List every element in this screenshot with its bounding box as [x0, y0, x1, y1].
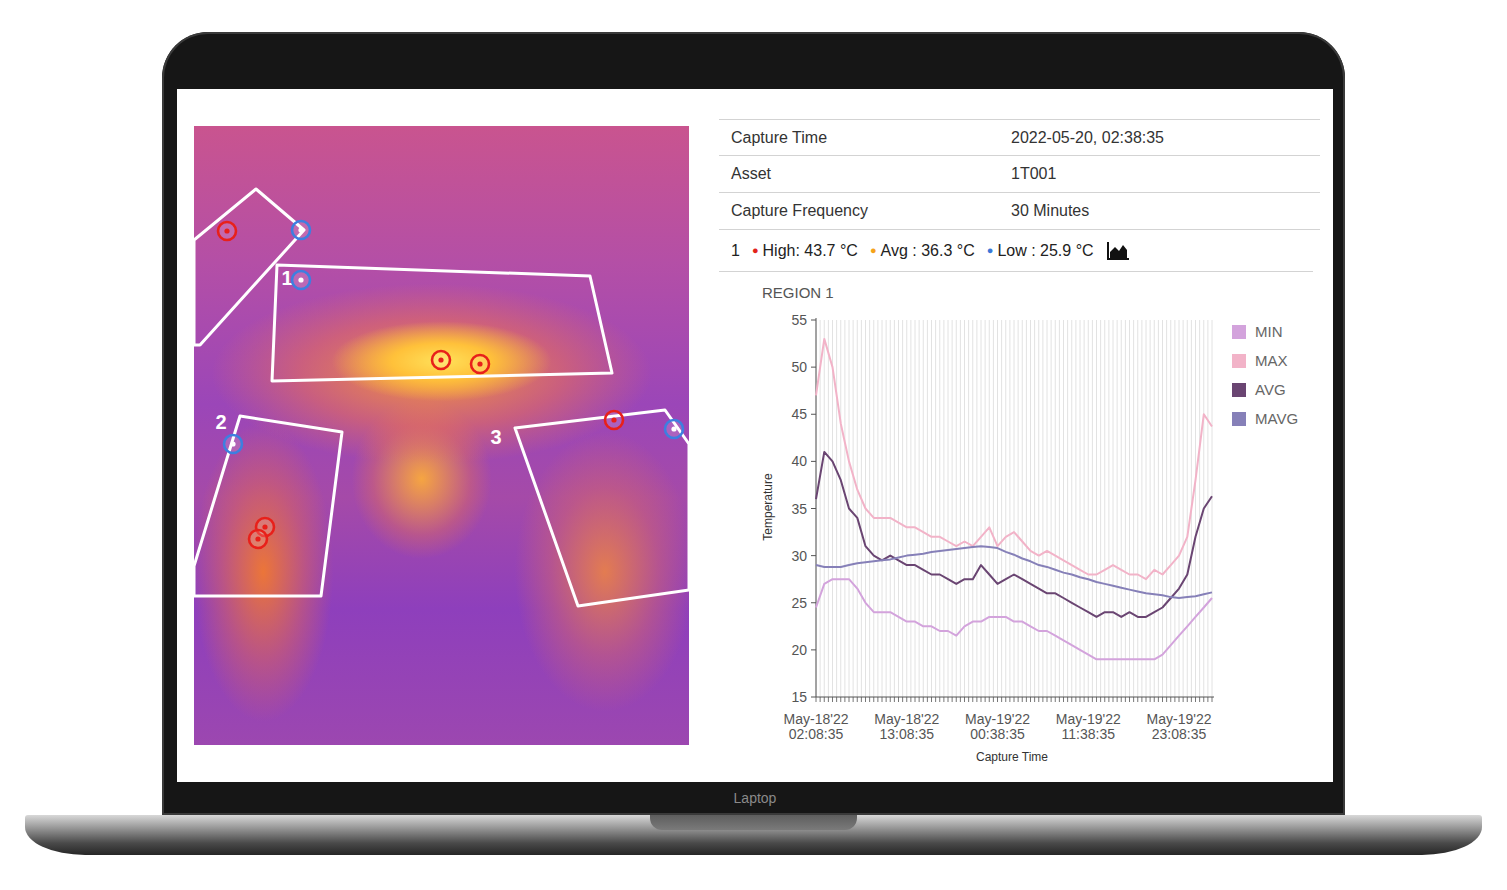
device-label: Laptop: [177, 782, 1333, 815]
region-outline: [194, 416, 342, 596]
x-tick-date: May-18'22: [874, 711, 939, 727]
detail-value: 2022-05-20, 02:38:35: [1011, 126, 1320, 150]
high-marker-icon: [471, 355, 489, 373]
detail-row: Asset1T001: [719, 156, 1320, 193]
laptop-notch: [650, 815, 857, 830]
legend-swatch: [1232, 354, 1246, 368]
low-marker-icon: [292, 271, 310, 289]
region-label: 2: [215, 411, 226, 433]
series-line: [816, 339, 1212, 579]
low-marker-icon: [665, 420, 683, 438]
detail-label: Capture Frequency: [719, 199, 1011, 223]
chart-canvas: 555045403530252015TemperatureMay-18'2202…: [719, 302, 1320, 772]
stat-item: ● High: 43.7 °C: [752, 239, 858, 263]
temperature-chart[interactable]: 555045403530252015TemperatureMay-18'2202…: [719, 302, 1320, 772]
x-tick-time: 13:08:35: [880, 726, 935, 742]
legend-label: MAVG: [1255, 410, 1298, 427]
y-tick-label: 25: [791, 595, 807, 611]
detail-value: 1T001: [1011, 162, 1320, 186]
series-line: [816, 546, 1212, 598]
region-outline: [272, 265, 612, 381]
stat-text: Low : 25.9 °C: [997, 239, 1093, 263]
detail-row: Capture Frequency30 Minutes: [719, 193, 1320, 230]
region-outline: [194, 189, 304, 345]
legend-swatch: [1232, 412, 1246, 426]
low-marker-icon: [292, 221, 310, 239]
x-tick-time: 00:38:35: [970, 726, 1025, 742]
x-tick-date: May-19'22: [1147, 711, 1212, 727]
region-number: 1: [731, 239, 740, 263]
laptop-base: [25, 815, 1482, 855]
legend-label: MAX: [1255, 352, 1288, 369]
x-tick-date: May-19'22: [1056, 711, 1121, 727]
y-tick-label: 30: [791, 548, 807, 564]
y-tick-label: 40: [791, 453, 807, 469]
stat-dot-icon: ●: [870, 245, 877, 256]
low-marker-icon: [224, 435, 242, 453]
detail-value: 30 Minutes: [1011, 199, 1320, 223]
x-axis-label: Capture Time: [976, 750, 1048, 764]
legend-label: AVG: [1255, 381, 1286, 398]
laptop-bezel: 123 Capture Time2022-05-20, 02:38:35Asse…: [162, 32, 1345, 815]
legend-item[interactable]: AVG: [1232, 381, 1286, 398]
y-tick-label: 15: [791, 689, 807, 705]
series-line: [816, 452, 1212, 617]
y-tick-label: 35: [791, 501, 807, 517]
y-tick-label: 50: [791, 359, 807, 375]
region-label: 1: [281, 267, 292, 289]
x-tick-time: 02:08:35: [789, 726, 844, 742]
stat-text: Avg : 36.3 °C: [881, 239, 975, 263]
stat-dot-icon: ●: [752, 245, 759, 256]
region-outline: [515, 410, 689, 606]
stat-item: ●Low : 25.9 °C: [987, 239, 1094, 263]
region-stats: 1●High: 43.7 °C●Avg : 36.3 °C●Low : 25.9…: [719, 230, 1313, 272]
detail-label: Asset: [719, 162, 1011, 186]
x-tick-time: 11:38:35: [1062, 726, 1116, 742]
x-tick-time: 23:08:35: [1152, 726, 1207, 742]
detail-row: Capture Time2022-05-20, 02:38:35: [719, 119, 1320, 156]
stat-item: ● Avg : 36.3 °C: [870, 239, 975, 263]
high-marker-icon: [218, 222, 236, 240]
detail-label: Capture Time: [719, 126, 1011, 150]
series-line: [816, 579, 1212, 659]
laptop-mockup: 123 Capture Time2022-05-20, 02:38:35Asse…: [0, 0, 1507, 855]
high-marker-icon: [249, 530, 267, 548]
y-tick-label: 20: [791, 642, 807, 658]
thermal-image: 1 2 3: [194, 126, 689, 745]
y-tick-label: 45: [791, 406, 807, 422]
chart-title: REGION 1: [719, 284, 1320, 302]
laptop-screen: 123 Capture Time2022-05-20, 02:38:35Asse…: [177, 89, 1333, 782]
y-axis-label: Temperature: [761, 473, 775, 541]
legend-item[interactable]: MIN: [1232, 323, 1283, 340]
region-label: 3: [490, 426, 501, 448]
high-marker-icon: [605, 411, 623, 429]
stat-text: High: 43.7 °C: [763, 239, 858, 263]
legend-swatch: [1232, 383, 1246, 397]
legend-label: MIN: [1255, 323, 1283, 340]
high-marker-icon: [432, 351, 450, 369]
area-chart-icon[interactable]: [1106, 241, 1130, 261]
legend-swatch: [1232, 325, 1246, 339]
stat-dot-icon: ●: [987, 245, 994, 256]
y-tick-label: 55: [791, 312, 807, 328]
x-tick-date: May-19'22: [965, 711, 1030, 727]
legend-item[interactable]: MAX: [1232, 352, 1288, 369]
legend-item[interactable]: MAVG: [1232, 410, 1298, 427]
x-tick-date: May-18'22: [784, 711, 849, 727]
info-panel: Capture Time2022-05-20, 02:38:35Asset1T0…: [719, 119, 1320, 772]
